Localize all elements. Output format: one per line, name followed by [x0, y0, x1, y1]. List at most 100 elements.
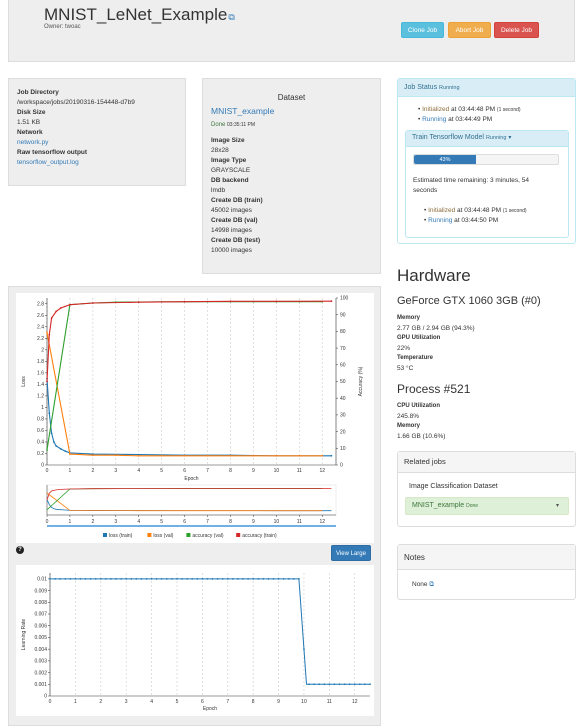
data-point: [135, 577, 138, 580]
data-point: [206, 577, 209, 580]
data-point: [64, 577, 67, 580]
help-icon[interactable]: ?: [16, 546, 24, 554]
x-tick-label: 8: [229, 468, 232, 474]
data-point: [328, 683, 331, 686]
data-point: [91, 454, 94, 457]
data-point: [277, 577, 280, 580]
task-event-initialized: • Initialized at 03:44:48 PM (1 second): [424, 207, 527, 214]
data-point: [364, 683, 366, 686]
job-status-title: Job Status Running: [404, 84, 460, 91]
raw-output-link[interactable]: tensorflow_output.log: [17, 159, 79, 166]
external-edit-icon[interactable]: ⧉: [429, 581, 434, 588]
data-point: [358, 683, 361, 686]
abort-job-button[interactable]: Abort Job: [448, 22, 491, 38]
overview-tick-label: 9: [252, 519, 255, 525]
progress-label: 43%: [439, 157, 451, 163]
dataset-status: Done 03:35:11 PM: [211, 122, 255, 128]
y-tick-label: 0.009: [34, 588, 47, 594]
raw-output-label: Raw tensorflow output: [17, 149, 88, 156]
gpu-utilization-value: 22%: [397, 345, 411, 352]
gpu-memory-label: Memory: [397, 315, 421, 321]
y2-tick-label: 50: [340, 379, 346, 385]
data-point: [186, 577, 189, 580]
job-status-title-text: Job Status: [404, 84, 438, 91]
data-point: [110, 577, 112, 580]
y2-tick-label: 30: [340, 413, 346, 419]
data-point: [46, 331, 48, 334]
y-tick-label: 1.4: [37, 382, 44, 388]
data-point: [229, 300, 232, 303]
data-point: [330, 454, 333, 457]
create-db-val-label: Create DB (val): [211, 217, 258, 224]
data-point: [160, 577, 163, 580]
series-line-accuracy-train-: [46, 300, 332, 382]
job-directory-value: /workspace/jobs/20190316-154448-d7b9: [17, 99, 135, 106]
y-tick-label: 0.007: [34, 612, 47, 618]
event-duration: (1 second): [502, 208, 527, 214]
x-tick-label: 12: [319, 468, 325, 474]
x-tick-label: 12: [352, 699, 358, 705]
data-point: [348, 683, 351, 686]
data-point: [50, 432, 53, 435]
data-point: [48, 333, 51, 336]
caret-down-icon[interactable]: ▾: [556, 502, 559, 509]
image-size-value: 28x28: [211, 147, 229, 154]
data-point: [50, 317, 53, 319]
data-point: [46, 449, 48, 451]
x-tick-label: 5: [176, 699, 179, 705]
related-job-label[interactable]: MNIST_example Done: [412, 502, 478, 509]
data-point: [59, 447, 62, 450]
event-time: at 03:44:49 PM: [448, 116, 493, 123]
train-task-title[interactable]: Train Tensorflow Model Running ▾: [412, 134, 511, 141]
data-point: [155, 577, 158, 580]
legend-swatch: [236, 533, 241, 537]
data-point: [130, 577, 133, 580]
delete-job-button[interactable]: Delete Job: [494, 22, 539, 38]
legend-label: loss (train): [109, 533, 133, 539]
create-db-val-value: 14998 images: [211, 227, 252, 234]
data-point: [333, 683, 336, 686]
data-point: [321, 454, 324, 457]
notes-value: None ⧉: [412, 581, 434, 589]
overview-tick-label: 3: [114, 519, 117, 525]
y-tick-label: 2: [41, 348, 44, 354]
data-point: [160, 454, 163, 457]
x-axis-label: Epoch: [184, 476, 198, 482]
data-point: [226, 577, 229, 580]
data-point: [115, 577, 117, 580]
data-point: [287, 577, 290, 580]
data-point: [74, 577, 77, 580]
cpu-utilization-value: 245.8%: [397, 413, 420, 420]
data-point: [298, 454, 301, 457]
external-edit-icon[interactable]: ⧉: [228, 12, 234, 22]
y-tick-label: 1.6: [37, 371, 44, 377]
legend-swatch: [147, 533, 152, 537]
y2-tick-label: 100: [340, 296, 349, 302]
network-file-link[interactable]: network.py: [17, 139, 48, 146]
y-tick-label: 1.2: [37, 394, 44, 400]
dataset-link[interactable]: MNIST_example: [211, 106, 274, 116]
data-point: [69, 303, 71, 306]
y-tick-label: 2.8: [37, 301, 44, 307]
owner-label: Owner: twoac: [44, 24, 81, 30]
dataset-heading: Dataset: [277, 93, 306, 102]
x-tick-label: 2: [91, 468, 94, 474]
event-time: at 03:44:48 PM: [451, 106, 496, 113]
related-jobs-subheading: Image Classification Dataset: [409, 483, 498, 490]
x-tick-label: 11: [297, 468, 302, 474]
view-large-button[interactable]: View Large: [331, 545, 371, 561]
clone-job-button[interactable]: Clone Job: [401, 22, 444, 38]
data-point: [318, 683, 321, 686]
data-point: [196, 577, 199, 580]
data-point: [140, 577, 143, 580]
data-point: [181, 577, 183, 580]
data-point: [206, 454, 209, 457]
y-tick-label: 0.003: [34, 659, 47, 665]
dataset-status-text: Done: [211, 122, 226, 128]
data-point: [183, 454, 186, 457]
data-point: [137, 454, 140, 457]
x-tick-label: 7: [226, 699, 229, 705]
y-tick-label: 1: [41, 405, 44, 411]
y2-tick-label: 90: [340, 312, 346, 318]
image-type-label: Image Type: [211, 157, 247, 164]
